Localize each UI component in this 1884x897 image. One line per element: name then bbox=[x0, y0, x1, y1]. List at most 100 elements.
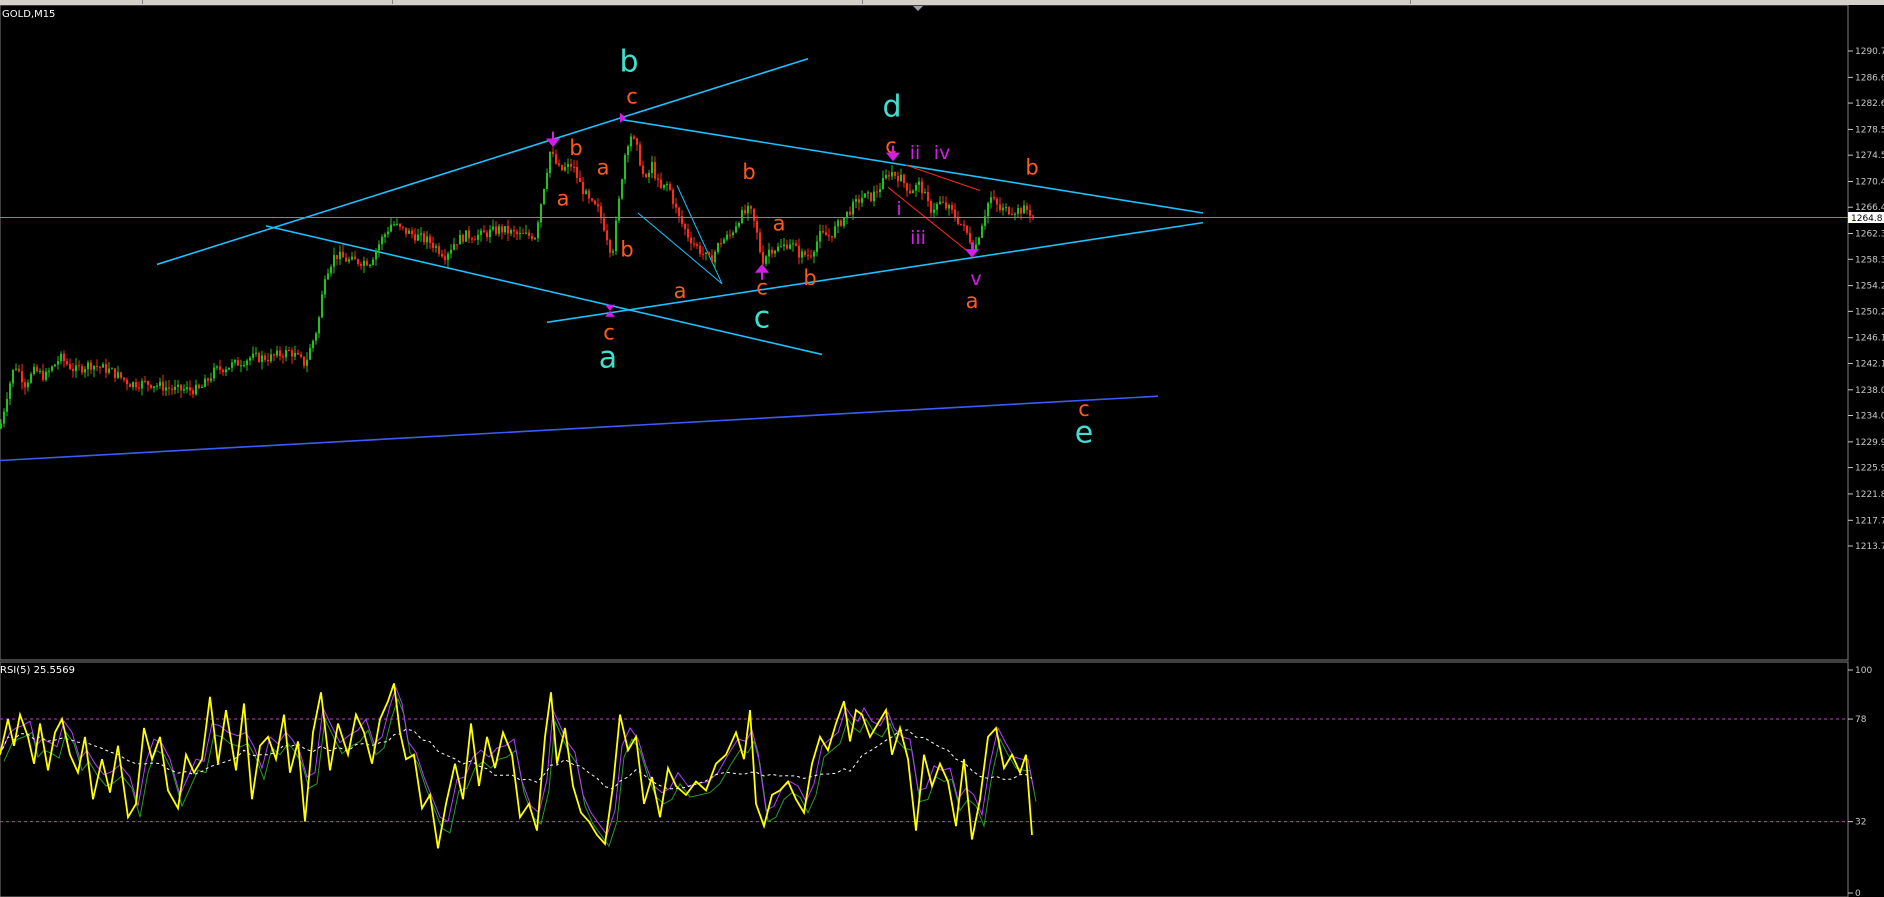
candle-body bbox=[1014, 213, 1016, 215]
candle-body bbox=[684, 223, 686, 230]
candle-body bbox=[42, 370, 44, 380]
candle-body bbox=[390, 224, 392, 232]
candle-body bbox=[702, 253, 704, 255]
candle-body bbox=[33, 366, 35, 374]
candle-body bbox=[249, 357, 251, 361]
price-tick-label: 1254.2 bbox=[1855, 282, 1884, 292]
price-tick-label: 1229.9 bbox=[1855, 438, 1884, 448]
candle-body bbox=[96, 365, 98, 367]
candle-body bbox=[912, 190, 914, 194]
rsi-panel[interactable]: RSI(5) 25.5569 100 78 32 0 bbox=[0, 661, 1872, 897]
candle-body bbox=[570, 163, 572, 167]
candle-body bbox=[105, 364, 107, 373]
candle-body bbox=[882, 178, 884, 190]
candle-body bbox=[957, 217, 959, 224]
candle-body bbox=[396, 223, 398, 225]
candle-body bbox=[306, 359, 308, 366]
candle-body bbox=[387, 231, 389, 235]
candle-body bbox=[99, 366, 101, 368]
candle-body bbox=[738, 223, 740, 227]
candle-body bbox=[264, 355, 266, 360]
wave-label-primary: a bbox=[599, 340, 617, 375]
candle-body bbox=[543, 189, 545, 205]
candle-body bbox=[378, 244, 380, 251]
chart-window[interactable]: GOLD,M15 1290.71286.61282.61278.51274.51… bbox=[0, 5, 1884, 897]
candle-body bbox=[552, 151, 554, 155]
candle-body bbox=[372, 259, 374, 265]
wave-label-minor: a bbox=[597, 155, 610, 179]
candle-body bbox=[318, 317, 320, 334]
wave-label-sub: iv bbox=[934, 142, 951, 164]
candle-body bbox=[81, 366, 83, 373]
candle-body bbox=[315, 333, 317, 341]
candle-body bbox=[369, 264, 371, 266]
candle-body bbox=[498, 226, 500, 234]
candle-body bbox=[9, 383, 11, 399]
chart-tab-4[interactable] bbox=[862, 0, 1411, 4]
candle-body bbox=[909, 190, 911, 194]
candle-body bbox=[540, 204, 542, 223]
candle-body bbox=[678, 207, 680, 217]
candle-body bbox=[51, 366, 53, 371]
rsi-tick-label: 100 bbox=[1855, 666, 1872, 676]
candle-body bbox=[528, 232, 530, 236]
candle-body bbox=[432, 242, 434, 248]
candle-body bbox=[192, 390, 194, 395]
candle-body bbox=[504, 226, 506, 233]
candle-body bbox=[954, 209, 956, 218]
candle-body bbox=[468, 230, 470, 239]
price-tick-label: 1217.7 bbox=[1855, 516, 1884, 526]
candle-body bbox=[687, 229, 689, 238]
candle-body bbox=[408, 230, 410, 234]
candle-body bbox=[600, 206, 602, 219]
candle-body bbox=[75, 365, 77, 372]
candle-body bbox=[345, 257, 347, 262]
candle-body bbox=[516, 231, 518, 234]
candle-body bbox=[663, 184, 665, 188]
candle-body bbox=[837, 220, 839, 227]
candle-body bbox=[876, 191, 878, 193]
candle-body bbox=[744, 210, 746, 214]
candle-body bbox=[177, 384, 179, 387]
candle-body bbox=[150, 384, 152, 388]
candle-body bbox=[639, 144, 641, 166]
candle-body bbox=[294, 352, 296, 357]
wave-label-sub: ii bbox=[910, 142, 921, 164]
price-panel[interactable]: GOLD,M15 1290.71286.61282.61278.51274.51… bbox=[0, 5, 1884, 661]
candle-body bbox=[21, 371, 23, 383]
candle-body bbox=[1005, 207, 1007, 209]
candle-body bbox=[354, 256, 356, 260]
candle-body bbox=[735, 226, 737, 233]
chart-tab-1[interactable] bbox=[0, 0, 143, 4]
candle-body bbox=[780, 246, 782, 248]
candle-body bbox=[699, 245, 701, 254]
candle-body bbox=[501, 226, 503, 233]
candle-body bbox=[861, 197, 863, 203]
wave-label-minor: a bbox=[674, 279, 687, 303]
candle-body bbox=[243, 365, 245, 367]
wave-label-minor: c bbox=[1078, 397, 1090, 421]
candle-body bbox=[588, 190, 590, 199]
wave-label-primary: b bbox=[619, 45, 638, 80]
candle-body bbox=[423, 233, 425, 243]
candle-body bbox=[1008, 207, 1010, 215]
candle-body bbox=[339, 251, 341, 260]
candle-body bbox=[696, 244, 698, 246]
candle-body bbox=[987, 203, 989, 217]
candle-body bbox=[846, 211, 848, 218]
candle-body bbox=[753, 208, 755, 221]
candle-body bbox=[522, 232, 524, 234]
candle-body bbox=[6, 398, 8, 412]
candle-body bbox=[969, 232, 971, 243]
chart-tab-2[interactable] bbox=[142, 0, 393, 4]
wave-label-minor: a bbox=[966, 289, 979, 313]
candle-body bbox=[84, 369, 86, 373]
candle-body bbox=[444, 256, 446, 260]
rsi-panel-frame bbox=[0, 661, 1849, 897]
candle-body bbox=[402, 226, 404, 228]
chart-tab-3[interactable] bbox=[392, 0, 863, 4]
wave-label-minor: a bbox=[557, 186, 570, 210]
candle-body bbox=[126, 379, 128, 385]
candle-body bbox=[669, 184, 671, 190]
candle-body bbox=[360, 263, 362, 266]
